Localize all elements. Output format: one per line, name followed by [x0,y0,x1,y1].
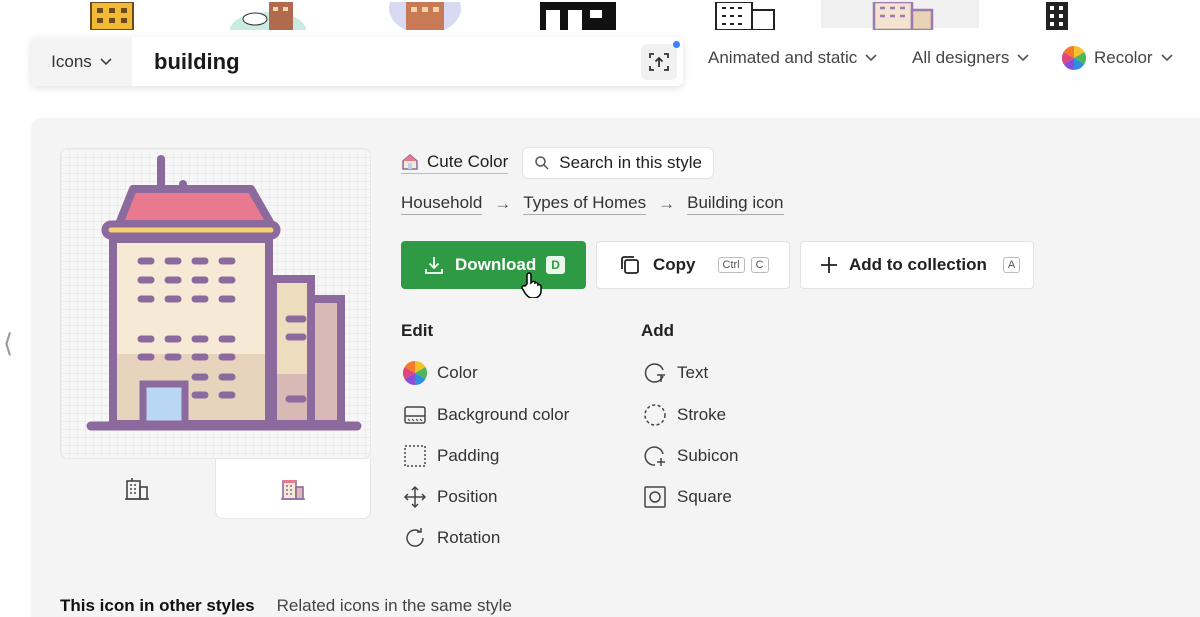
result-building-icon-5[interactable] [712,0,776,30]
add-subicon[interactable]: Subicon [643,444,738,468]
add-stroke[interactable]: Stroke [643,403,726,427]
search-in-style-button[interactable]: Search in this style [522,147,714,179]
add-square[interactable]: Square [643,485,732,509]
edit-color[interactable]: Color [403,361,478,385]
subicon-icon [643,444,667,468]
download-icon [425,257,443,274]
animation-filter-label: Animated and static [708,48,858,67]
rotate-icon [403,526,427,550]
chevron-down-icon [100,57,112,65]
breadcrumb-household[interactable]: Household [401,193,483,215]
search-in-style-label: Search in this style [559,153,702,172]
edit-background-color[interactable]: Background color [403,403,569,427]
breadcrumb-arrow-icon: → [494,194,512,213]
add-text[interactable]: Text [643,361,708,385]
house-icon [402,154,418,170]
download-button[interactable]: Download D [401,241,586,289]
result-building-icon-1[interactable] [88,0,136,30]
color-wheel-icon [403,361,427,385]
edit-position[interactable]: Position [403,485,497,509]
breadcrumb-arrow-icon: → [658,194,676,213]
copy-button[interactable]: Copy Ctrl C [596,241,790,289]
padding-icon [403,444,427,468]
style-row: Cute Color Search in this style [401,147,714,179]
add-text-label: Text [677,363,709,382]
icon-variants [60,459,371,519]
designers-filter-label: All designers [912,48,1010,67]
chevron-down-icon [865,54,877,62]
chevron-down-icon [1161,54,1173,62]
style-tabs: This icon in other styles Related icons … [60,596,512,616]
color-wheel-icon [1062,46,1086,70]
edit-rotation[interactable]: Rotation [403,526,500,550]
stroke-icon [643,403,667,427]
breadcrumb-types-of-homes[interactable]: Types of Homes [523,193,647,215]
download-shortcut: D [546,256,565,274]
previous-arrow-icon[interactable]: ⟨ [3,328,13,359]
add-title: Add [641,321,675,340]
recolor-label: Recolor [1094,48,1153,67]
animation-filter[interactable]: Animated and static [708,48,877,68]
chevron-down-icon [1017,54,1029,62]
edit-background-color-label: Background color [437,405,570,424]
icon-preview [60,148,371,459]
building-icon [86,155,362,431]
page: Icons building Animated and static All d… [0,0,1200,617]
add-stroke-label: Stroke [677,405,727,424]
edit-padding-label: Padding [437,446,500,465]
variant-color[interactable] [214,459,371,519]
designers-filter[interactable]: All designers [912,48,1029,68]
copy-shortcut-mod: Ctrl [717,257,745,273]
variant-outline[interactable] [60,459,215,519]
result-building-icon-3[interactable] [389,0,461,30]
edit-rotation-label: Rotation [437,528,501,547]
add-shortcut: A [1002,257,1021,273]
scan-upload-icon [649,52,669,71]
background-color-icon [403,403,427,427]
search-input[interactable]: building [154,49,641,75]
building-outline-icon [125,478,150,500]
edit-position-label: Position [437,487,498,506]
building-color-icon [280,479,305,500]
search-icon [535,156,549,170]
result-building-icon-6[interactable] [870,0,934,30]
copy-shortcut: Ctrl C [716,257,769,273]
tab-related-icons[interactable]: Related icons in the same style [277,596,512,616]
result-building-icon-4[interactable] [538,0,618,30]
add-subicon-label: Subicon [677,446,739,465]
add-to-collection-button[interactable]: Add to collection A [800,241,1034,289]
breadcrumb: Household → Types of Homes → Building ic… [401,193,784,215]
hand-cursor-icon [521,272,542,298]
new-feature-dot [673,40,680,48]
edit-color-label: Color [437,363,478,382]
square-icon [643,485,667,509]
icon-type-dropdown[interactable]: Icons [31,37,132,86]
search-bar: Icons building [31,37,683,86]
result-building-icon-2[interactable] [228,0,308,30]
add-square-label: Square [677,487,732,506]
add-to-collection-label: Add to collection [849,255,987,274]
image-search-button[interactable] [641,40,680,80]
text-badge-icon [643,361,667,385]
result-building-icon-7[interactable] [1042,0,1072,30]
breadcrumb-building-icon[interactable]: Building icon [687,193,784,215]
style-link[interactable]: Cute Color [401,152,509,174]
icon-type-label: Icons [51,51,92,71]
edit-padding[interactable]: Padding [403,444,499,468]
copy-icon [621,256,639,274]
style-name: Cute Color [427,152,509,171]
tab-other-styles[interactable]: This icon in other styles [60,596,255,616]
results-strip [0,0,1200,30]
edit-title: Edit [401,321,434,340]
move-icon [403,485,427,509]
copy-label: Copy [653,255,696,274]
recolor-filter[interactable]: Recolor [1062,46,1173,70]
action-buttons: Download D Copy Ctrl C Add to collection… [401,241,1034,289]
copy-shortcut-key: C [750,257,769,273]
plus-icon [821,257,837,273]
